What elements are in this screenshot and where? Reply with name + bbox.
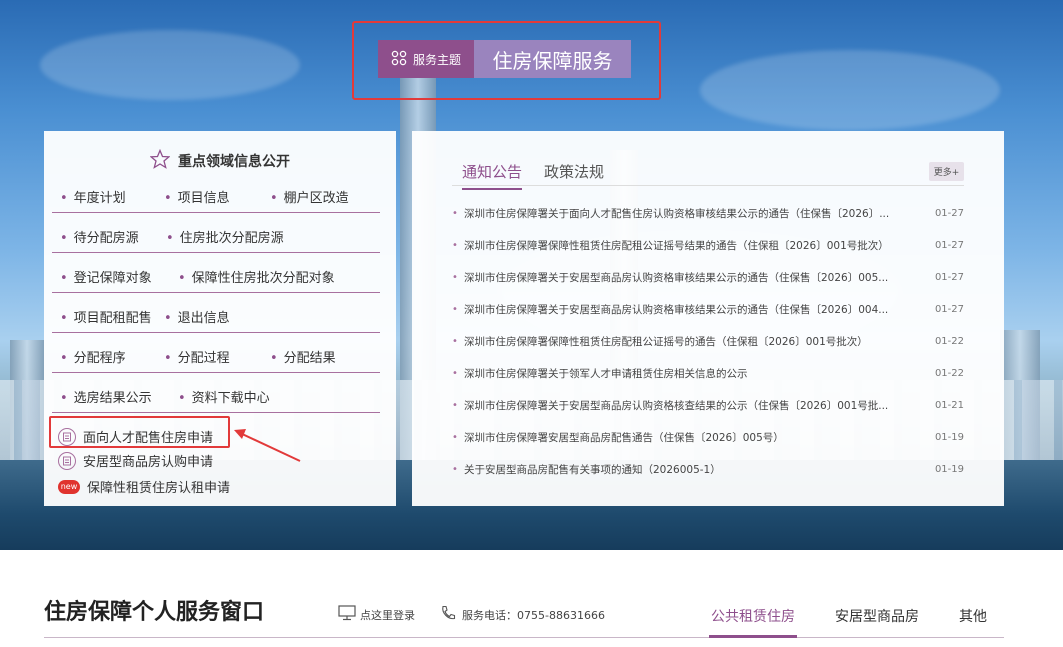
news-title: 深圳市住房保障署关于安居型商品房认购资格审核结果公示的通告（住保售〔2026〕0… — [464, 303, 889, 316]
tab-divider — [452, 185, 964, 186]
link-batch-objects[interactable]: 保障性住房批次分配对象 — [178, 267, 335, 286]
cloud — [700, 50, 1000, 130]
key-info-panel: 重点领域信息公开 年度计划 项目信息 棚户区改造 待分配房源 住房批次分配房源 … — [44, 131, 396, 506]
news-title: 深圳市住房保障署关于安居型商品房认购资格核查结果的公示（住保售〔2026〕001… — [464, 399, 889, 412]
star-icon — [149, 148, 171, 173]
bullet: • — [452, 335, 458, 347]
tab-public-rental[interactable]: 公共租赁住房 — [711, 606, 795, 626]
news-item[interactable]: • 深圳市住房保障署保障性租赁住房配租公证摇号的通告（住保租〔2026〕001号批… — [452, 332, 964, 350]
phone-label: 服务电话：0755-88631666 — [462, 608, 605, 622]
link-annual-plan[interactable]: 年度计划 — [60, 187, 126, 206]
news-item[interactable]: • 深圳市住房保障署关于安居型商品房认购资格审核结果公示的通告（住保售〔2026〕… — [452, 268, 964, 286]
apply-label: 保障性租赁住房认租申请 — [87, 481, 231, 496]
info-row: 待分配房源 住房批次分配房源 — [52, 213, 380, 253]
section-divider — [44, 637, 1004, 638]
news-item[interactable]: • 深圳市住房保障署保障性租赁住房配租公证摇号结果的通告（住保租〔2026〕001… — [452, 236, 964, 254]
bullet: • — [452, 239, 458, 251]
news-date: 01-21 — [934, 399, 964, 411]
bullet: • — [452, 271, 458, 283]
news-date: 01-19 — [934, 463, 964, 475]
news-date: 01-27 — [934, 239, 964, 251]
link-shantytown[interactable]: 棚户区改造 — [270, 187, 349, 206]
apply-affordable-housing[interactable]: 安居型商品房认购申请 — [58, 451, 213, 470]
link-project-info[interactable]: 项目信息 — [164, 187, 230, 206]
service-tabs: 公共租赁住房 安居型商品房 其他 — [711, 606, 1027, 626]
apply-rental-housing[interactable]: new 保障性租赁住房认租申请 — [58, 477, 230, 496]
active-tab-underline — [709, 635, 797, 638]
bullet: • — [452, 463, 458, 475]
news-item[interactable]: • 深圳市住房保障署关于领军人才申请租赁住房相关信息的公示 01-22 — [452, 364, 964, 382]
panel-title: 重点领域信息公开 — [44, 148, 396, 173]
highlight-box — [49, 416, 230, 448]
bullet: • — [452, 431, 458, 443]
link-pending-housing[interactable]: 待分配房源 — [60, 227, 139, 246]
bullet: • — [452, 303, 458, 315]
news-item[interactable]: • 深圳市住房保障署关于安居型商品房认购资格核查结果的公示（住保售〔2026〕00… — [452, 396, 964, 414]
login-link[interactable]: 点这里登录 — [338, 605, 415, 624]
link-download-center[interactable]: 资料下载中心 — [178, 387, 270, 406]
grid-icon — [391, 50, 407, 69]
news-date: 01-27 — [934, 271, 964, 283]
news-date: 01-19 — [934, 431, 964, 443]
link-exit-info[interactable]: 退出信息 — [164, 307, 230, 326]
tab-other[interactable]: 其他 — [959, 606, 987, 626]
bullet: • — [452, 207, 458, 219]
service-window-section: 住房保障个人服务窗口 点这里登录 服务电话：0755-88631666 公共租赁… — [0, 550, 1063, 647]
news-date: 01-22 — [934, 335, 964, 347]
info-row: 分配程序 分配过程 分配结果 — [52, 333, 380, 373]
link-allocation-process[interactable]: 分配过程 — [164, 347, 230, 366]
news-title: 深圳市住房保障署关于面向人才配售住房认购资格审核结果公示的通告（住保售〔2026… — [464, 207, 890, 220]
service-topic-label: 服务主题 — [412, 52, 461, 67]
link-batch-housing[interactable]: 住房批次分配房源 — [166, 227, 284, 246]
news-title: 深圳市住房保障署关于安居型商品房认购资格审核结果公示的通告（住保售〔2026〕0… — [464, 271, 889, 284]
news-date: 01-27 — [934, 303, 964, 315]
news-date: 01-22 — [934, 367, 964, 379]
news-title: 关于安居型商品房配售有关事项的通知（2026005-1） — [464, 463, 721, 476]
news-title: 深圳市住房保障署保障性租赁住房配租公证摇号结果的通告（住保租〔2026〕001号… — [464, 239, 889, 252]
news-date: 01-27 — [934, 207, 964, 219]
phone-icon — [440, 605, 456, 624]
service-window-title: 住房保障个人服务窗口 — [44, 600, 265, 625]
service-topic-tag[interactable]: 服务主题 — [378, 40, 474, 78]
news-title: 深圳市住房保障署安居型商品房配售通告（住保售〔2026〕005号） — [464, 431, 784, 444]
news-item[interactable]: • 深圳市住房保障署安居型商品房配售通告（住保售〔2026〕005号） 01-19 — [452, 428, 964, 446]
tab-affordable-housing[interactable]: 安居型商品房 — [835, 606, 919, 626]
banner-title: 住房保障服务 — [474, 40, 631, 78]
login-label: 点这里登录 — [360, 608, 415, 622]
info-row: 登记保障对象 保障性住房批次分配对象 — [52, 253, 380, 293]
more-button[interactable]: 更多+ — [929, 162, 964, 181]
link-rent-sale[interactable]: 项目配租配售 — [60, 307, 152, 326]
link-registered-objects[interactable]: 登记保障对象 — [60, 267, 152, 286]
news-panel: 通知公告 政策法规 更多+ • 深圳市住房保障署关于面向人才配售住房认购资格审核结… — [412, 131, 1004, 506]
service-phone: 服务电话：0755-88631666 — [440, 605, 605, 624]
info-row: 项目配租配售 退出信息 — [52, 293, 380, 333]
link-selection-result[interactable]: 选房结果公示 — [60, 387, 152, 406]
link-allocation-result[interactable]: 分配结果 — [270, 347, 336, 366]
pointer-arrow-icon — [234, 429, 301, 462]
apply-label: 安居型商品房认购申请 — [83, 455, 214, 470]
bullet: • — [452, 367, 458, 379]
news-item[interactable]: • 关于安居型商品房配售有关事项的通知（2026005-1） 01-19 — [452, 460, 964, 478]
monitor-icon — [338, 605, 356, 624]
news-title: 深圳市住房保障署关于领军人才申请租赁住房相关信息的公示 — [464, 367, 748, 380]
info-row: 年度计划 项目信息 棚户区改造 — [52, 173, 380, 213]
panel-title-text: 重点领域信息公开 — [178, 154, 290, 170]
news-title: 深圳市住房保障署保障性租赁住房配租公证摇号的通告（住保租〔2026〕001号批次… — [464, 335, 868, 348]
news-item[interactable]: • 深圳市住房保障署关于安居型商品房认购资格审核结果公示的通告（住保售〔2026〕… — [452, 300, 964, 318]
new-badge: new — [58, 479, 80, 494]
news-item[interactable]: • 深圳市住房保障署关于面向人才配售住房认购资格审核结果公示的通告（住保售〔202… — [452, 204, 964, 222]
cloud — [40, 30, 300, 100]
apply-icon — [58, 451, 76, 470]
link-allocation-procedure[interactable]: 分配程序 — [60, 347, 126, 366]
bullet: • — [452, 399, 458, 411]
info-row: 选房结果公示 资料下载中心 — [52, 373, 380, 413]
